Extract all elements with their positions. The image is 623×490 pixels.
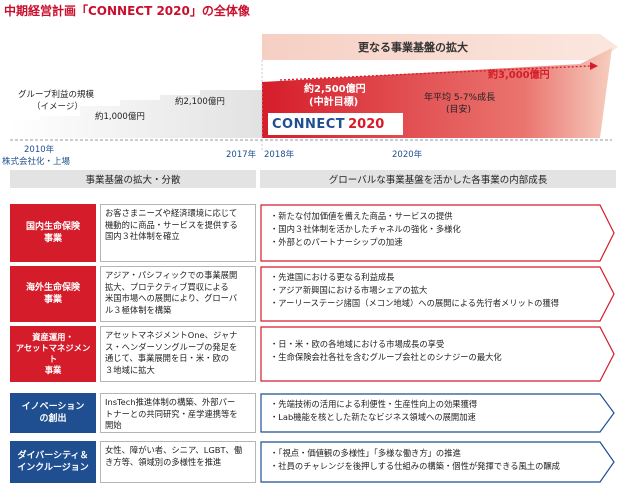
bullet-item: ・外部とのパートナーシップの加速: [270, 236, 403, 247]
connect-2020-logo: CONNECT 2020: [268, 113, 403, 135]
description-line: InsTech推進体制の構築、外部パー: [105, 397, 236, 407]
category-line: 国内生命保険: [25, 221, 80, 232]
header-right-text: グローバルな事業基盤を活かした各事業の内部成長: [328, 175, 548, 186]
chart-banner-label: 更なる事業基盤の拡大: [358, 41, 468, 54]
category-asset-management: 資産運用・ アセットマネジメント 事業: [10, 326, 96, 382]
description-box: お客さまニーズや経済環境に応じて 機動的に商品・サービスを提供する 国内３社体制…: [100, 204, 256, 262]
page-title: 中期経営計画「CONNECT 2020」の全体像: [4, 4, 250, 18]
bullet-item: ・生命保険会社各社を含むグループ会社とのシナジーの最大化: [270, 351, 502, 362]
bullet-item: ・日・米・欧の各地域における市場成長の享受: [270, 339, 445, 349]
description-line: トナーとの共同研究・産学連携等を: [105, 408, 238, 419]
description-line: アジア・パシフィックでの事業展開: [105, 270, 238, 280]
bullet-item: ・Lab機能を核とした新たなビジネス領域への展開加速: [270, 411, 476, 422]
category-line: 事業: [43, 234, 62, 244]
description-line: 国内３社体制を確立: [105, 231, 180, 242]
category-domestic-life: 国内生命保険 事業: [10, 204, 96, 262]
ylabel-line2: （イメージ）: [32, 102, 83, 112]
growth-arrow-row: ・新たな付加価値を備えた商品・サービスの提供 ・国内３社体制を活かしたチャネルの…: [260, 204, 616, 262]
category-line: 事業: [43, 295, 62, 305]
bullet-item: ・先進国における更なる利益成長: [270, 272, 395, 282]
bullet-item: ・「視点・価値観の多様性」「多様な働き方」の推進: [270, 448, 461, 458]
description-box: InsTech推進体制の構築、外部パー トナーとの共同研究・産学連携等を 開始: [100, 393, 256, 433]
value-label-2500-sub: (中計目標): [309, 97, 359, 108]
bullet-item: ・社員のチャレンジを後押しする仕組みの構築・個性が発揮できる風土の醸成: [270, 460, 560, 471]
year-2018: 2018年: [264, 150, 295, 160]
description-box: 女性、障がい者、シニア、LGBT、働 き方等、領域別の多様性を推進: [100, 441, 256, 483]
header-left: 事業基盤の拡大・分散: [10, 170, 256, 188]
growth-arrow-row: ・「視点・価値観の多様性」「多様な働き方」の推進 ・社員のチャレンジを後押しする…: [260, 441, 616, 483]
category-overseas-life: 海外生命保険 事業: [10, 266, 96, 322]
year-2020: 2020年: [392, 150, 423, 160]
bullet-item: ・先端技術の活用による利便性・生産性向上の効果獲得: [270, 399, 478, 409]
bullet-item: ・国内３社体制を活かしたチャネルの強化・多様化: [270, 223, 461, 234]
description-line: ル３極体制を構築: [105, 304, 172, 315]
category-line: 海外生命保険: [25, 282, 80, 293]
category-line: 事業: [44, 365, 62, 376]
description-line: き方等、領域別の多様性を推進: [105, 456, 222, 467]
year-2017: 2017年: [226, 150, 257, 160]
description-line: お客さまニーズや経済環境に応じて: [105, 208, 238, 218]
header-left-text: 事業基盤の拡大・分散: [85, 175, 181, 186]
growth-rate-sub: (目安): [446, 105, 472, 115]
description-line: アセットマネジメントOne、ジャナ: [105, 330, 238, 340]
growth-arrow-row: ・日・米・欧の各地域における市場成長の享受 ・生命保険会社各社を含むグループ会社…: [260, 326, 616, 382]
bullet-item: ・新たな付加価値を備えた商品・サービスの提供: [270, 211, 453, 221]
description-line: 通じて、事業展開を日・米・欧の: [105, 353, 230, 364]
year-2010-sub: 株式会社化・上場: [2, 157, 71, 167]
category-line: の創出: [39, 414, 67, 424]
category-line: ダイバーシティ＆: [17, 450, 89, 461]
bullet-item: ・アジア新興国における市場シェアの拡大: [270, 284, 428, 295]
category-line: インクルージョン: [17, 463, 89, 473]
growth-arrow-row: ・先進国における更なる利益成長 ・アジア新興国における市場シェアの拡大 ・アーリ…: [260, 266, 616, 322]
description-line: 開始: [105, 420, 122, 431]
logo-year: 2020: [348, 116, 385, 132]
category-line: アセットマネジメント: [15, 342, 91, 364]
value-label-3000: 約3,000億円: [488, 70, 550, 81]
logo-text: CONNECT: [272, 116, 346, 132]
description-line: 女性、障がい者、シニア、LGBT、働: [105, 445, 243, 455]
category-diversity: ダイバーシティ＆ インクルージョン: [10, 441, 96, 483]
description-line: 拡大、プロテクティブ買収による: [105, 281, 229, 292]
description-box: アセットマネジメントOne、ジャナ ス・ヘンダーソングループの発足を 通じて、事…: [100, 326, 256, 382]
value-label-1000: 約1,000億円: [95, 112, 145, 122]
category-line: 資産運用・: [32, 331, 74, 342]
description-line: 米国市場への展開により、グローバ: [105, 293, 238, 304]
bullet-item: ・アーリーステージ諸国（メコン地域）への展開による先行者メリットの獲得: [270, 297, 560, 308]
description-box: アジア・パシフィックでの事業展開 拡大、プロテクティブ買収による 米国市場への展…: [100, 266, 256, 322]
year-2010: 2010年: [24, 145, 55, 155]
category-innovation: イノベーション の創出: [10, 393, 96, 433]
header-right: グローバルな事業基盤を活かした各事業の内部成長: [260, 170, 616, 188]
description-line: ３地域に拡大: [105, 364, 155, 375]
description-line: ス・ヘンダーソングループの発足を: [105, 341, 238, 352]
ylabel-line1: グループ利益の規模: [18, 90, 94, 100]
description-line: 機動的に商品・サービスを提供する: [105, 219, 238, 230]
category-line: イノベーション: [21, 401, 85, 412]
growth-arrow-row: ・先端技術の活用による利便性・生産性向上の効果獲得 ・Lab機能を核とした新たな…: [260, 393, 616, 433]
value-label-2100: 約2,100億円: [175, 97, 225, 107]
